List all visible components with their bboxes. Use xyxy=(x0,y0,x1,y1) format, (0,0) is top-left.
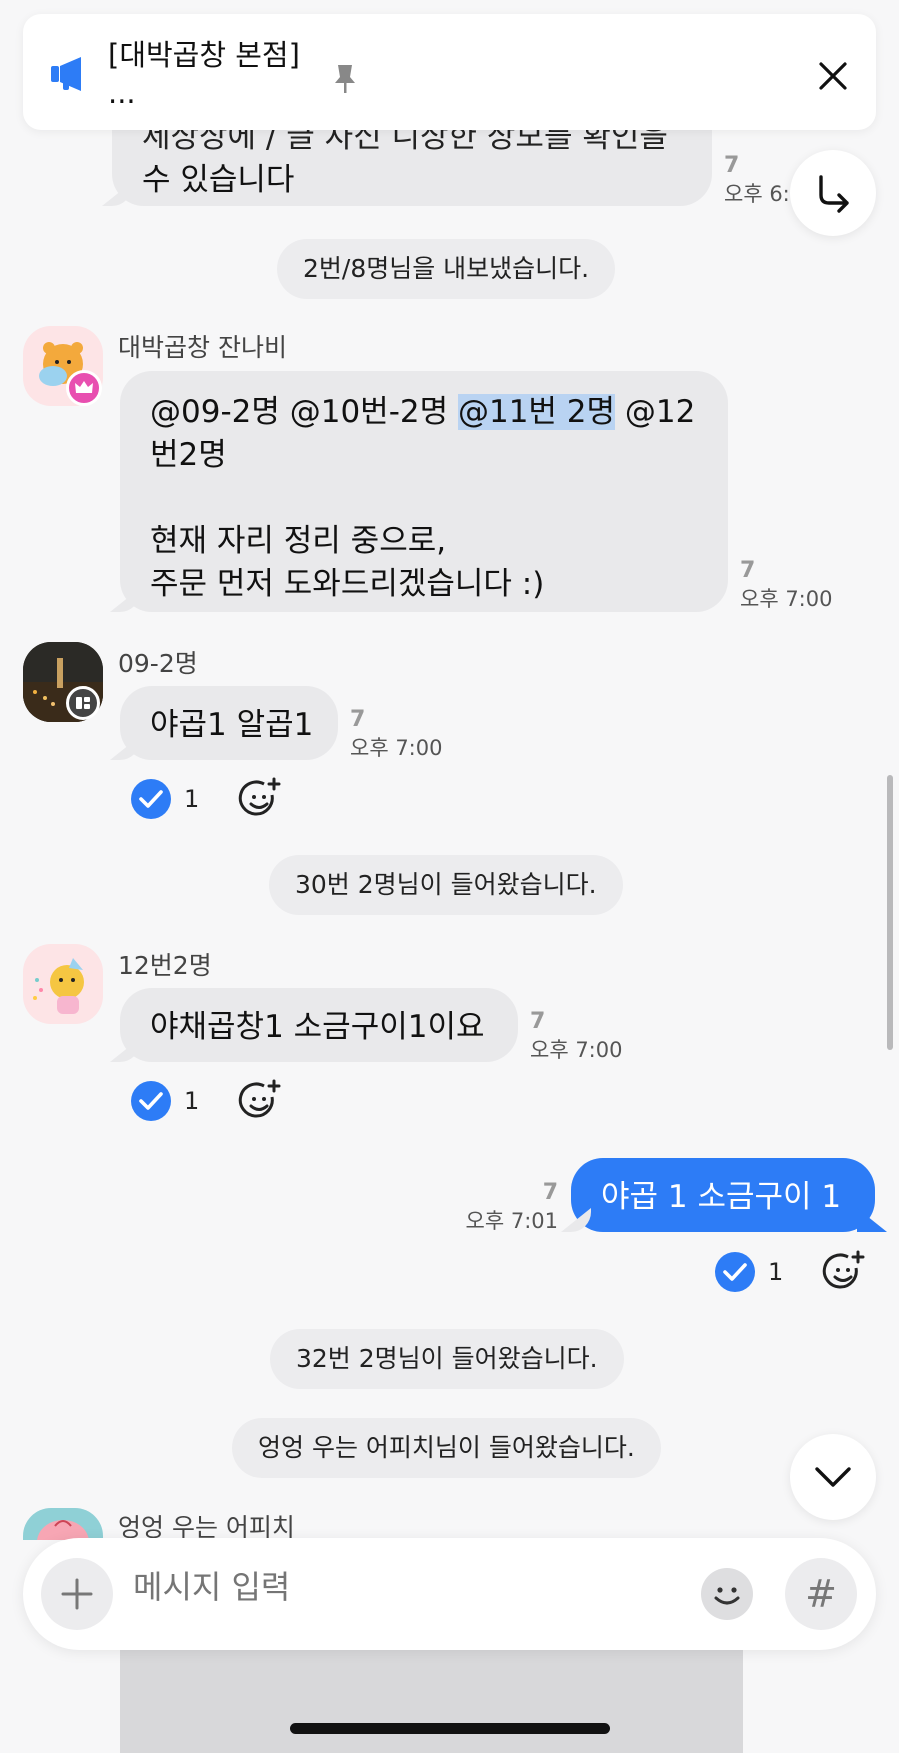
message-text: 현재 자리 정리 중으로, xyxy=(150,523,447,559)
mention-text: @09-2명 @10번-2명 xyxy=(150,394,458,430)
add-emoji-icon[interactable] xyxy=(822,1250,866,1294)
home-indicator xyxy=(290,1723,610,1734)
message-time: 오후 7:00 xyxy=(740,587,833,611)
message-text: 야곱 1 소금구이 1 xyxy=(601,1179,842,1215)
reaction-count: 1 xyxy=(184,785,200,813)
message-meta: 7 오후 7:00 xyxy=(530,1009,622,1064)
message-bubble[interactable]: 야곱1 알곱1 xyxy=(120,686,338,760)
message-text: 야곱1 알곱1 xyxy=(150,707,314,743)
message-meta: 7 오후 7:00 xyxy=(350,707,442,762)
megaphone-icon xyxy=(51,57,81,91)
sender-name: 12번2명 xyxy=(118,951,212,980)
message-meta: 7 오후 6: xyxy=(724,153,790,208)
my-message-bubble[interactable]: 야곱 1 소금구이 1 xyxy=(571,1158,875,1232)
hashtag-button[interactable]: # xyxy=(785,1558,857,1630)
mention-text: @12 xyxy=(615,394,696,430)
system-message: 30번 2명님이 들어왔습니다. xyxy=(269,855,623,915)
apeach-avatar-icon xyxy=(37,1520,89,1540)
muzi-party-avatar-icon xyxy=(33,958,84,1014)
reaction-bar: 1 xyxy=(130,777,282,821)
device-badge-icon xyxy=(66,686,100,720)
system-message: 2번/8명님을 내보냈습니다. xyxy=(277,239,616,299)
check-reaction-icon[interactable] xyxy=(714,1251,756,1293)
unread-count: 7 xyxy=(530,1009,546,1034)
crown-badge-icon xyxy=(66,370,102,406)
reaction-bar: 1 xyxy=(130,1079,282,1123)
chevron-down-icon xyxy=(815,1467,851,1487)
message-input-bar: # xyxy=(23,1538,876,1650)
message-meta: 7 오후 7:00 xyxy=(740,558,832,613)
share-button[interactable] xyxy=(790,150,876,236)
notice-text: ... xyxy=(108,76,136,110)
system-message: 32번 2명님이 들어왔습니다. xyxy=(270,1329,624,1389)
avatar[interactable] xyxy=(23,944,103,1024)
unread-count: 7 xyxy=(350,707,366,732)
add-emoji-icon[interactable] xyxy=(238,777,282,821)
mention-highlight[interactable]: @11번 2명 xyxy=(457,394,616,430)
image-preview xyxy=(120,1650,743,1753)
scroll-down-button[interactable] xyxy=(790,1434,876,1520)
unread-count: 7 xyxy=(724,153,740,178)
notice-title: [대박곱창 본점] xyxy=(108,38,300,72)
reaction-bar: 1 xyxy=(714,1250,866,1294)
unread-count: 7 xyxy=(542,1180,558,1205)
message-text: 야채곱창1 소금구이1이요 xyxy=(150,1009,485,1045)
check-reaction-icon[interactable] xyxy=(130,1080,172,1122)
close-icon[interactable] xyxy=(811,54,855,98)
reaction-count: 1 xyxy=(184,1087,200,1115)
pinned-notice[interactable]: [대박곱창 본점] ... xyxy=(23,14,876,130)
message-time: 오후 7:00 xyxy=(530,1038,623,1062)
reaction-count: 1 xyxy=(768,1258,784,1286)
sender-name: 09-2명 xyxy=(118,649,198,678)
sender-name: 대박곱창 잔나비 xyxy=(118,333,287,362)
pin-icon xyxy=(335,65,355,93)
message-input[interactable] xyxy=(133,1568,593,1606)
system-message: 엉엉 우는 어피치님이 들어왔습니다. xyxy=(232,1418,661,1478)
plus-icon xyxy=(61,1578,93,1610)
emoji-icon[interactable] xyxy=(699,1566,755,1622)
forward-arrow-icon xyxy=(819,175,849,213)
message-time: 오후 7:01 xyxy=(465,1209,558,1233)
unread-count: 7 xyxy=(740,558,756,583)
scrollbar[interactable] xyxy=(887,775,893,1050)
message-meta: 7 오후 7:01 xyxy=(440,1180,558,1235)
add-emoji-icon[interactable] xyxy=(238,1079,282,1123)
message-text: 주문 먼저 도와드리겠습니다 :) xyxy=(150,566,545,602)
message-text: 번2명 xyxy=(150,437,227,473)
message-text: 수 있습니다 xyxy=(142,162,295,198)
avatar[interactable] xyxy=(23,1508,103,1540)
attach-button[interactable] xyxy=(41,1558,113,1630)
message-bubble[interactable]: 야채곱창1 소금구이1이요 xyxy=(120,988,518,1062)
message-bubble[interactable]: @09-2명 @10번-2명 @11번 2명 @12 번2명 현재 자리 정리 … xyxy=(120,371,728,612)
check-reaction-icon[interactable] xyxy=(130,778,172,820)
message-time: 오후 6: xyxy=(724,182,790,206)
message-time: 오후 7:00 xyxy=(350,736,443,760)
